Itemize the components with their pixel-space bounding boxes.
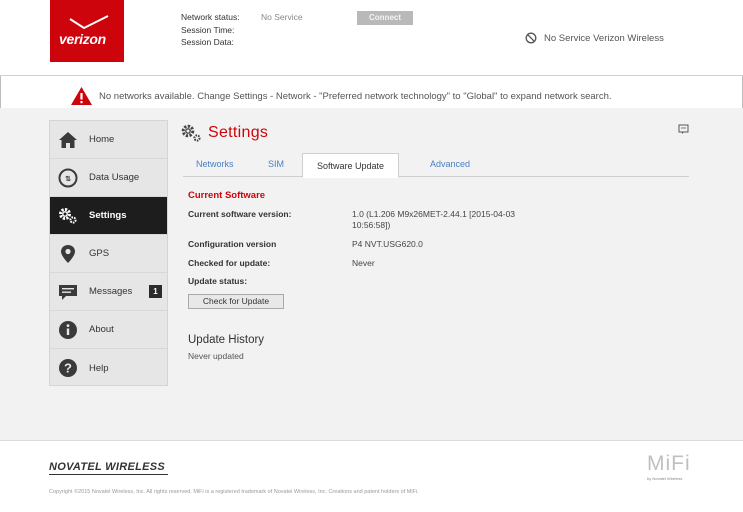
checked-for-update-value: Never	[352, 258, 375, 268]
config-version-label: Configuration version	[188, 239, 277, 249]
no-service-icon	[525, 32, 537, 44]
message-icon	[58, 282, 78, 302]
mifi-logo: MiFi	[647, 452, 691, 475]
sidebar-item-label: About	[89, 324, 114, 335]
checked-for-update-label: Checked for update:	[188, 258, 271, 268]
tab-sim[interactable]: SIM	[268, 159, 284, 169]
sidebar-item-about[interactable]: About	[50, 311, 167, 349]
copyright-text: Copyright ©2015 Novatel Wireless, Inc. A…	[49, 489, 419, 495]
settings-gear-icon	[181, 124, 201, 142]
settings-content: Settings Networks SIM Software Update Ad…	[168, 120, 698, 386]
update-history-value: Never updated	[188, 351, 244, 361]
sidebar-item-label: Settings	[89, 210, 127, 221]
svg-text:?: ?	[64, 361, 72, 376]
mifi-logo-subtitle: by Novatel Wireless	[647, 476, 683, 481]
sidebar-item-data-usage[interactable]: ⇅ Data Usage	[50, 159, 167, 197]
settings-icon	[58, 206, 78, 226]
logo-text: verizon	[59, 31, 106, 47]
update-history-heading: Update History	[188, 334, 265, 346]
service-indicator-text: No Service Verizon Wireless	[544, 32, 664, 44]
checkmark-icon	[69, 15, 109, 30]
settings-tabs: Networks SIM Software Update Advanced	[183, 153, 689, 178]
footer: NOVATEL WIRELESS Copyright ©2015 Novatel…	[0, 440, 743, 512]
sidebar-item-label: Home	[89, 134, 115, 145]
novatel-logo-underline	[49, 474, 168, 475]
info-icon	[58, 320, 78, 340]
update-status-label: Update status:	[188, 276, 248, 286]
current-version-label: Current software version:	[188, 209, 292, 219]
sidebar-item-label: Help	[89, 362, 109, 374]
sidebar-item-gps[interactable]: GPS	[50, 235, 167, 273]
header: verizon Network status: No Service Sessi…	[0, 0, 743, 76]
network-status-value: No Service	[261, 12, 303, 22]
message-count-badge: 1	[149, 285, 162, 298]
sidebar-item-settings[interactable]: Settings	[50, 197, 167, 235]
service-indicator: No Service Verizon Wireless	[525, 32, 664, 44]
sidebar: Home ⇅ Data Usage Settings GPS Messages …	[49, 120, 168, 386]
question-icon: ?	[58, 358, 78, 378]
session-data-label: Session Data:	[181, 37, 234, 47]
svg-text:⇅: ⇅	[65, 175, 71, 183]
page-help-icon[interactable]	[678, 123, 690, 135]
sidebar-item-label: Messages	[89, 286, 133, 297]
sidebar-item-help[interactable]: ? Help	[50, 349, 167, 387]
current-software-heading: Current Software	[188, 190, 266, 201]
page-title-text: Settings	[208, 124, 269, 141]
current-version-value: 1.0 (L1.206 M9x26MET-2.44.1 [2015-04-03 …	[352, 209, 516, 230]
novatel-logo[interactable]: NOVATEL WIRELESS	[49, 461, 165, 473]
data-usage-icon: ⇅	[58, 168, 78, 188]
home-icon	[58, 130, 78, 150]
sidebar-item-home[interactable]: Home	[50, 121, 167, 159]
tab-networks[interactable]: Networks	[196, 159, 234, 169]
alert-message: No networks available. Change Settings -…	[99, 90, 612, 102]
sidebar-item-messages[interactable]: Messages 1	[50, 273, 167, 311]
sidebar-item-label: Data Usage	[89, 172, 140, 183]
config-version-value: P4 NVT.USG620.0	[352, 239, 423, 249]
alert-banner: No networks available. Change Settings -…	[70, 86, 612, 106]
warning-icon	[71, 87, 92, 105]
sidebar-item-label: GPS	[89, 248, 110, 259]
software-update-pane: Current Software Current software versio…	[183, 177, 689, 377]
page-title: Settings	[180, 123, 268, 143]
verizon-logo[interactable]: verizon	[50, 0, 124, 62]
location-pin-icon	[58, 244, 78, 264]
connect-button[interactable]: Connect	[357, 11, 413, 25]
network-status-label: Network status:	[181, 12, 240, 22]
tab-software-update[interactable]: Software Update	[302, 153, 400, 178]
connection-status: Network status: No Service Session Time:…	[181, 11, 303, 49]
session-time-label: Session Time:	[181, 24, 235, 35]
check-for-update-button[interactable]: Check for Update	[188, 294, 284, 309]
tab-advanced[interactable]: Advanced	[430, 159, 470, 169]
